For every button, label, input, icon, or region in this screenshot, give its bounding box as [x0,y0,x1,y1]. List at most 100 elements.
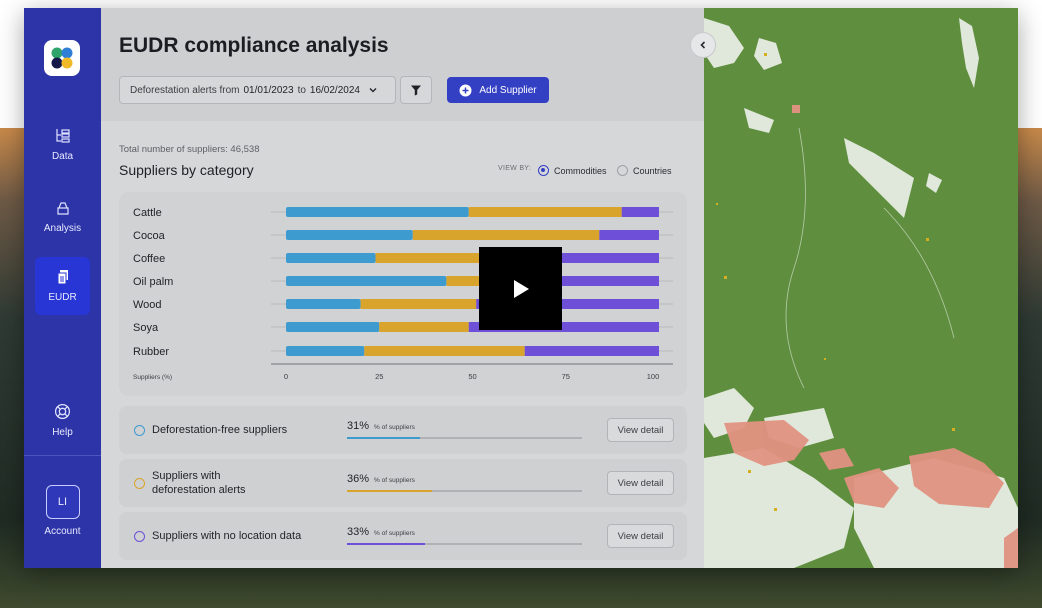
add-supplier-button[interactable]: Add Supplier [447,77,549,103]
app-window: Data Analysis EUDR Help LI Account EUDR … [24,8,1018,568]
kpi-progress-fill [347,490,432,492]
kpi-sub: % of suppliers [374,424,415,431]
x-tick-label: 75 [562,372,570,381]
kpi-percentage: 33% % of suppliers [347,526,415,538]
page-title: EUDR compliance analysis [119,34,389,57]
sidebar-item-help[interactable]: Help [35,391,90,449]
kpi-value: 33% [347,526,370,538]
sidebar-item-analysis[interactable]: Analysis [35,188,90,246]
bar-segment [375,253,480,263]
bar-segment [524,346,659,356]
category-label: Coffee [133,253,165,265]
panel-header: EUDR compliance analysis Deforestation a… [101,8,704,121]
date-to: 16/02/2024 [309,84,360,96]
sidebar-item-data[interactable]: Data [35,116,90,174]
sidebar-item-label: Analysis [43,223,82,234]
sidebar-item-account[interactable]: LI Account [35,478,90,544]
radio-countries[interactable]: Countries [617,165,672,176]
section-title: Suppliers by category [119,162,254,178]
deforestation-map [704,8,1018,568]
kpi-label: Deforestation-free suppliers [152,424,288,436]
kpi-progress-fill [347,437,420,439]
app-logo[interactable] [44,40,80,76]
bar-segment [468,207,622,217]
kpi-sub: % of suppliers [374,530,415,537]
bar-segment [621,207,659,217]
status-ring-icon [134,425,145,436]
sidebar-item-label: Data [51,151,74,162]
x-axis-label: Suppliers (%) [133,374,172,381]
kpi-deforestation-free: Deforestation-free suppliers 31% % of su… [119,406,687,454]
lifebuoy-icon [54,403,71,419]
radio-commodities[interactable]: Commodities [538,165,607,176]
sidebar: Data Analysis EUDR Help LI Account [24,8,101,568]
kpi-value: 31% [347,420,370,432]
bar-segment [286,276,447,286]
kpi-progress-track [347,437,582,439]
analysis-panel: EUDR compliance analysis Deforestation a… [101,8,704,568]
total-suppliers: Total number of suppliers: 46,538 [119,144,260,155]
filter-button[interactable] [400,76,432,104]
commodity-chart: Cattle Cocoa Coffee Oil palm Wood Soya Rubber 0… [119,192,687,396]
kpi-value: 36% [347,473,370,485]
funnel-icon [411,85,421,96]
x-tick-label: 100 [647,372,660,381]
sidebar-item-label: Help [52,426,73,438]
avatar: LI [45,485,80,519]
view-detail-button[interactable]: View detail [607,471,674,495]
play-icon [513,279,529,298]
kpi-label: Suppliers with no location data [152,530,302,542]
view-detail-button[interactable]: View detail [607,418,674,442]
status-ring-icon [134,531,145,542]
sidebar-item-eudr[interactable]: EUDR [35,257,90,315]
bar-segment [286,322,380,332]
plus-circle-icon [459,84,472,96]
category-label: Oil palm [133,276,173,288]
bar-segment [599,230,659,240]
chevron-down-icon [369,87,377,93]
kpi-progress-fill [347,543,425,545]
bar-segment [286,207,469,217]
x-tick-label: 0 [284,372,288,381]
stacked-bar-chart: Cattle Cocoa Coffee Oil palm Wood Soya Rubber 0… [133,207,673,381]
date-range-picker[interactable]: Deforestation alerts from 01/01/2023 to … [119,76,396,104]
collapse-panel-button[interactable] [690,32,716,58]
avatar-initials: LI [57,496,68,508]
radio-dot-selected [538,165,549,176]
kpi-progress-track [347,543,582,545]
category-label: Cattle [133,207,162,219]
kpi-label: Suppliers with deforestation alerts [152,470,246,496]
bar-segment [286,253,376,263]
category-label: Soya [133,322,159,334]
video-play-button[interactable] [479,247,562,330]
radio-label: Countries [633,165,672,176]
kpi-sub: % of suppliers [374,477,415,484]
add-supplier-label: Add Supplier [479,84,537,96]
map-view[interactable] [704,8,1018,568]
date-from: 01/01/2023 [243,84,294,96]
data-tree-icon [55,129,70,143]
date-range-to: to [297,84,306,96]
bar-segment [379,322,469,332]
kpi-no-location-data: Suppliers with no location data 33% % of… [119,512,687,560]
x-tick-label: 50 [468,372,476,381]
kpi-progress-track [347,490,582,492]
radio-dot [617,165,628,176]
bar-segment [286,346,365,356]
sidebar-divider [24,455,101,456]
bar-segment [286,299,361,309]
logo-mark [51,47,73,69]
bar-segment [412,230,600,240]
category-label: Rubber [133,346,169,358]
box-icon [56,202,69,215]
sidebar-item-label: Account [44,526,81,537]
bar-segment [286,230,413,240]
kpi-deforestation-alerts: Suppliers with deforestation alerts 36% … [119,459,687,507]
radio-label: Commodities [554,165,607,176]
documents-icon [57,270,68,285]
bar-segment [364,346,525,356]
view-detail-button[interactable]: View detail [607,524,674,548]
sidebar-item-label: EUDR [48,292,77,303]
status-ring-icon [134,478,145,489]
view-by-label: VIEW BY: [498,165,532,172]
